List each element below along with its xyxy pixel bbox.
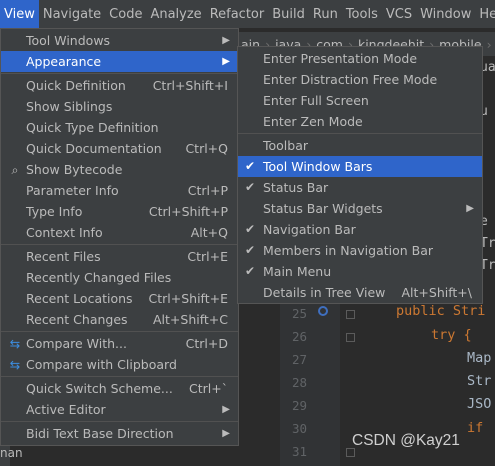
- checkmark-icon: ✔: [245, 222, 256, 236]
- code-line[interactable]: try {: [431, 327, 472, 343]
- menu-item-navigation-bar[interactable]: ✔ Navigation Bar: [238, 219, 482, 240]
- menu-build[interactable]: Build: [268, 0, 309, 29]
- menu-item-tool-windows[interactable]: Tool Windows ▶: [1, 30, 238, 51]
- submenu-arrow-icon: ▶: [222, 35, 230, 46]
- submenu-arrow-icon: ▶: [222, 404, 230, 415]
- menu-item-quick-documentation[interactable]: Quick Documentation Ctrl+Q: [1, 138, 238, 159]
- menu-separator: [1, 376, 238, 377]
- fold-marker-icon[interactable]: [346, 310, 355, 319]
- menu-run[interactable]: Run: [309, 0, 342, 29]
- checkmark-icon: ✔: [245, 159, 256, 173]
- menu-item-quick-definition[interactable]: Quick Definition Ctrl+Shift+I: [1, 75, 238, 96]
- menu-item-details-in-tree-view[interactable]: Details in Tree View Alt+Shift+\: [238, 282, 482, 303]
- code-line[interactable]: JSO: [467, 396, 491, 412]
- menu-item-appearance[interactable]: Appearance ▶: [1, 51, 238, 72]
- menu-item-context-info[interactable]: Context Info Alt+Q: [1, 222, 238, 243]
- code-line[interactable]: public Stri: [396, 303, 485, 319]
- code-line[interactable]: if: [467, 420, 483, 436]
- override-gutter-icon[interactable]: [318, 306, 328, 316]
- compare-clipboard-icon: ⇆: [9, 357, 21, 372]
- chevron-right-icon: ›: [486, 36, 492, 52]
- menu-tools[interactable]: Tools: [342, 0, 382, 29]
- fold-marker-icon[interactable]: [346, 333, 355, 342]
- menu-view[interactable]: View: [0, 0, 39, 29]
- checkmark-icon: ✔: [245, 243, 256, 257]
- menu-help[interactable]: Help: [475, 0, 495, 29]
- submenu-arrow-icon: ▶: [222, 428, 230, 439]
- menu-separator: [1, 73, 238, 74]
- menu-item-status-bar[interactable]: ✔ Status Bar: [238, 177, 482, 198]
- menu-code[interactable]: Code: [105, 0, 146, 29]
- menu-item-enter-distraction-free-mode[interactable]: Enter Distraction Free Mode: [238, 69, 482, 90]
- menu-item-status-bar-widgets[interactable]: Status Bar Widgets ▶: [238, 198, 482, 219]
- menu-separator: [1, 421, 238, 422]
- checkmark-icon: ✔: [245, 264, 256, 278]
- menu-separator: [1, 244, 238, 245]
- line-number: 27: [292, 352, 308, 367]
- menu-vcs[interactable]: VCS: [382, 0, 416, 29]
- menu-item-quick-switch-scheme[interactable]: Quick Switch Scheme... Ctrl+`: [1, 378, 238, 399]
- menu-window[interactable]: Window: [416, 0, 475, 29]
- line-number: 26: [292, 329, 308, 344]
- submenu-arrow-icon: ▶: [466, 203, 474, 214]
- menu-item-members-in-navigation-bar[interactable]: ✔ Members in Navigation Bar: [238, 240, 482, 261]
- line-number: 29: [292, 398, 308, 413]
- menu-item-enter-full-screen[interactable]: Enter Full Screen: [238, 90, 482, 111]
- menu-item-compare-with[interactable]: ⇆ Compare With... Ctrl+D: [1, 333, 238, 354]
- code-line[interactable]: Map: [467, 350, 491, 366]
- submenu-arrow-icon: ▶: [222, 56, 230, 67]
- view-menu: Tool Windows ▶ Appearance ▶ Quick Definiti…: [0, 28, 239, 446]
- menu-separator: [1, 331, 238, 332]
- line-number: 30: [292, 421, 308, 436]
- menu-item-bidi-text-base-direction[interactable]: Bidi Text Base Direction ▶: [1, 423, 238, 444]
- menu-item-type-info[interactable]: Type Info Ctrl+Shift+P: [1, 201, 238, 222]
- menu-item-tool-window-bars[interactable]: ✔ Tool Window Bars: [238, 156, 482, 177]
- menu-analyze[interactable]: Analyze: [146, 0, 205, 29]
- appearance-submenu: Enter Presentation Mode Enter Distractio…: [237, 46, 483, 304]
- watermark: CSDN @Kay21: [352, 432, 460, 449]
- bytecode-icon: ⌕: [11, 162, 19, 177]
- menu-item-main-menu[interactable]: ✔ Main Menu: [238, 261, 482, 282]
- menu-separator: [238, 133, 482, 134]
- menu-item-quick-type-definition[interactable]: Quick Type Definition: [1, 117, 238, 138]
- menu-item-toolbar[interactable]: Toolbar: [238, 135, 482, 156]
- menu-item-show-bytecode[interactable]: ⌕ Show Bytecode: [1, 159, 238, 180]
- menu-item-enter-presentation-mode[interactable]: Enter Presentation Mode: [238, 48, 482, 69]
- menu-bar: View Navigate Code Analyze Refactor Buil…: [0, 0, 495, 29]
- menu-item-recent-locations[interactable]: Recent Locations Ctrl+Shift+E: [1, 288, 238, 309]
- code-line[interactable]: Str: [467, 373, 491, 389]
- checkmark-icon: ✔: [245, 180, 256, 194]
- status-text: nan: [0, 446, 23, 460]
- menu-item-enter-zen-mode[interactable]: Enter Zen Mode: [238, 111, 482, 132]
- menu-item-compare-with-clipboard[interactable]: ⇆ Compare with Clipboard: [1, 354, 238, 375]
- menu-navigate[interactable]: Navigate: [39, 0, 105, 29]
- menu-item-recently-changed-files[interactable]: Recently Changed Files: [1, 267, 238, 288]
- menu-item-active-editor[interactable]: Active Editor ▶: [1, 399, 238, 420]
- menu-item-recent-files[interactable]: Recent Files Ctrl+E: [1, 246, 238, 267]
- line-number: 31: [292, 444, 308, 459]
- menu-item-recent-changes[interactable]: Recent Changes Alt+Shift+C: [1, 309, 238, 330]
- line-number: 25: [292, 306, 308, 321]
- menu-refactor[interactable]: Refactor: [206, 0, 269, 29]
- menu-item-parameter-info[interactable]: Parameter Info Ctrl+P: [1, 180, 238, 201]
- line-number: 28: [292, 375, 308, 390]
- menu-item-show-siblings[interactable]: Show Siblings: [1, 96, 238, 117]
- compare-icon: ⇆: [9, 336, 21, 351]
